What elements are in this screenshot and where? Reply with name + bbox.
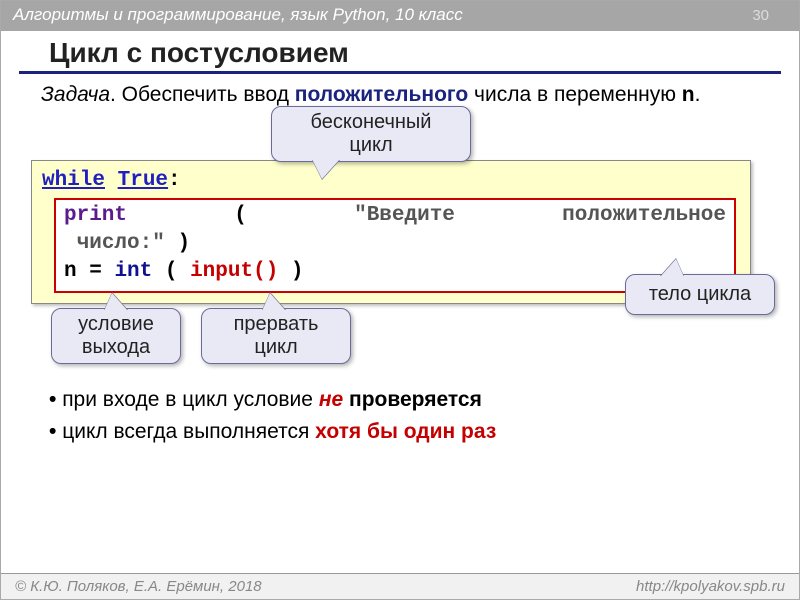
fn-input: input() bbox=[190, 260, 278, 283]
callout-exit-condition: условие выхода bbox=[51, 308, 181, 364]
code-line-2: print ( "Введите положительное bbox=[64, 202, 726, 230]
code-line-2b: число:" ) bbox=[64, 230, 726, 258]
footer-authors: © К.Ю. Поляков, Е.А. Ерёмин, 2018 bbox=[15, 578, 262, 595]
var-n: n bbox=[64, 260, 77, 283]
footer-url: http://kpolyakov.spb.ru bbox=[636, 578, 785, 595]
fn-int: int bbox=[114, 260, 152, 283]
page-number: 30 bbox=[752, 7, 769, 24]
slide-footer: © К.Ю. Поляков, Е.А. Ерёмин, 2018 http:/… bbox=[1, 573, 799, 599]
callout-infinite-loop: бесконечный цикл bbox=[271, 106, 471, 162]
task-keyword: положительного bbox=[295, 83, 468, 106]
slide-header: Алгоритмы и программирование, язык Pytho… bbox=[1, 1, 799, 31]
callout-tail-icon bbox=[104, 293, 128, 311]
callout-loop-body: тело цикла bbox=[625, 274, 775, 315]
callout-tail-icon bbox=[660, 259, 684, 277]
slide-title: Цикл с постусловием bbox=[19, 31, 781, 74]
course-title: Алгоритмы и программирование, язык Pytho… bbox=[13, 5, 463, 25]
callout-break: прервать цикл bbox=[201, 308, 351, 364]
bullet-list: при входе в цикл условие не проверяется … bbox=[1, 388, 799, 444]
task-var: n bbox=[682, 83, 695, 106]
bullet-2-em: хотя бы один раз bbox=[315, 420, 496, 443]
fn-print: print bbox=[64, 202, 127, 230]
callout-tail-icon bbox=[262, 293, 286, 311]
task-label: Задача bbox=[41, 83, 110, 106]
code-stage: while True: print ( "Введите положительн… bbox=[1, 112, 799, 382]
code-line-1: while True: bbox=[42, 167, 740, 195]
task-text: Задача. Обеспечить ввод положительного ч… bbox=[1, 82, 799, 108]
kw-while: while bbox=[42, 169, 105, 192]
kw-true: True bbox=[118, 169, 168, 192]
bullet-1-em: не bbox=[319, 388, 343, 411]
bullet-2: цикл всегда выполняется хотя бы один раз bbox=[49, 420, 759, 444]
bullet-1: при входе в цикл условие не проверяется bbox=[49, 388, 759, 412]
callout-tail-icon bbox=[312, 159, 340, 179]
